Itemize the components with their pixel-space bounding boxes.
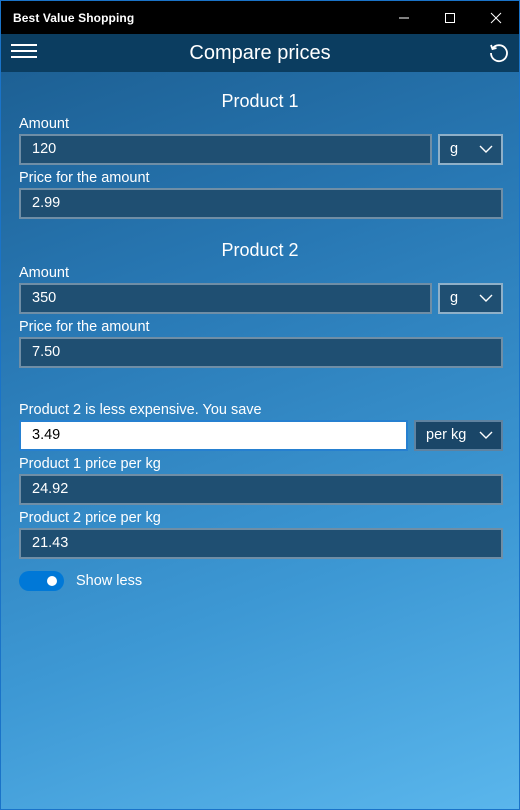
- result-message: Product 2 is less expensive. You save: [19, 402, 262, 418]
- page-title: Compare prices: [189, 41, 331, 64]
- chevron-down-icon: [479, 294, 493, 302]
- show-less-label: Show less: [76, 573, 143, 589]
- savings-input[interactable]: 3.49: [19, 420, 408, 451]
- per-unit-select[interactable]: per kg: [414, 420, 503, 451]
- product2-unit-select[interactable]: g: [438, 283, 503, 314]
- refresh-icon[interactable]: [487, 41, 511, 65]
- hamburger-icon[interactable]: [11, 44, 39, 62]
- toggle-knob: [47, 576, 57, 586]
- product1-price-input[interactable]: 2.99: [19, 188, 503, 219]
- product2-amount-label: Amount: [19, 265, 69, 281]
- title-bar: Best Value Shopping: [1, 1, 519, 34]
- product1-per-kg-label: Product 1 price per kg: [19, 456, 161, 472]
- product2-price-label: Price for the amount: [19, 319, 150, 335]
- maximize-icon: [445, 12, 455, 23]
- chevron-down-icon: [479, 145, 493, 153]
- product1-unit-select[interactable]: g: [438, 134, 503, 165]
- app-header: Compare prices: [1, 34, 519, 72]
- product2-amount-input[interactable]: 350: [19, 283, 432, 314]
- close-icon: [490, 12, 502, 23]
- product2-per-kg-field: 21.43: [19, 528, 503, 559]
- product1-amount-label: Amount: [19, 116, 69, 132]
- minimize-icon: [399, 17, 409, 18]
- app-window: Best Value Shopping Compare prices Produ…: [0, 0, 520, 810]
- minimize-button[interactable]: [381, 1, 427, 34]
- product1-unit-value: g: [450, 141, 459, 157]
- window-title: Best Value Shopping: [13, 10, 135, 25]
- chevron-down-icon: [479, 431, 493, 439]
- product1-per-kg-field: 24.92: [19, 474, 503, 505]
- product1-title: Product 1: [221, 91, 299, 111]
- product1-amount-input[interactable]: 120: [19, 134, 432, 165]
- product2-price-input[interactable]: 7.50: [19, 337, 503, 368]
- product2-title: Product 2: [221, 240, 299, 260]
- show-less-toggle[interactable]: [19, 571, 64, 591]
- product1-price-label: Price for the amount: [19, 170, 150, 186]
- product2-per-kg-label: Product 2 price per kg: [19, 510, 161, 526]
- close-button[interactable]: [473, 1, 519, 34]
- maximize-button[interactable]: [427, 1, 473, 34]
- per-unit-value: per kg: [426, 427, 467, 443]
- product2-unit-value: g: [450, 290, 459, 306]
